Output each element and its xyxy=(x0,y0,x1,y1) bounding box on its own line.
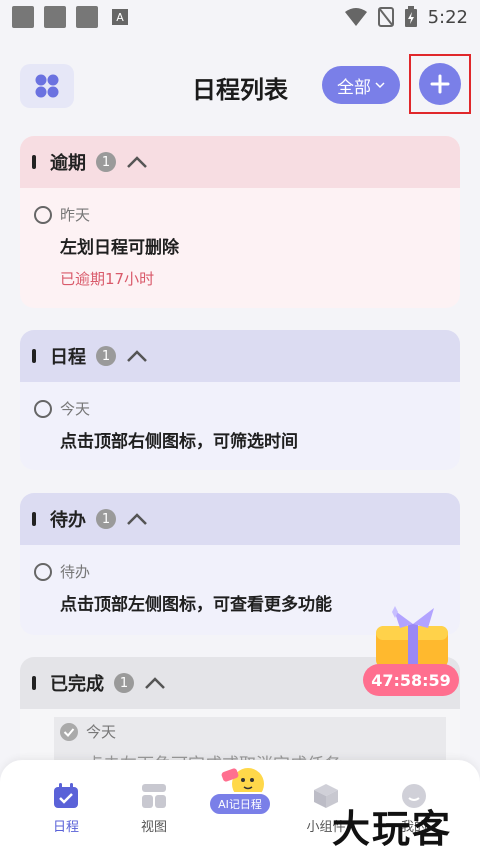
battery-icon xyxy=(404,6,417,27)
nav-schedule[interactable]: 日程 xyxy=(26,782,106,835)
view-grid-icon xyxy=(142,784,166,808)
overdue-header[interactable]: 逾期 1 xyxy=(20,136,460,188)
wifi-icon xyxy=(344,8,367,26)
add-highlight xyxy=(409,54,471,114)
section-marker xyxy=(32,512,36,526)
count-badge: 1 xyxy=(114,673,134,693)
list-item[interactable]: 今天 点击顶部右侧图标，可筛选时间 xyxy=(20,382,460,452)
countdown-timer[interactable]: 47:58:59 xyxy=(363,664,459,696)
section-title: 已完成 xyxy=(50,674,104,695)
header: 日程列表 全部 xyxy=(0,54,480,114)
chevron-up-icon[interactable] xyxy=(126,349,148,363)
count-badge: 1 xyxy=(96,152,116,172)
chevron-up-icon[interactable] xyxy=(126,155,148,169)
item-title: 左划日程可删除 xyxy=(60,238,179,258)
notification-icon xyxy=(76,6,98,28)
item-day: 待办 xyxy=(60,563,91,581)
section-marker xyxy=(32,349,36,363)
chevron-up-icon[interactable] xyxy=(144,676,166,690)
status-bar: A 5:22 xyxy=(0,0,480,34)
checked-icon[interactable] xyxy=(60,722,78,741)
section-marker xyxy=(32,676,36,690)
section-title: 逾期 xyxy=(50,153,86,174)
checkbox[interactable] xyxy=(34,399,52,418)
schedule-header[interactable]: 日程 1 xyxy=(20,330,460,382)
nav-label: 日程 xyxy=(52,820,79,835)
chevron-up-icon[interactable] xyxy=(126,512,148,526)
schedule-card: 日程 1 今天 点击顶部右侧图标，可筛选时间 xyxy=(20,330,460,470)
list-item[interactable]: 昨天 左划日程可删除 已逾期17小时 xyxy=(20,188,460,289)
section-marker xyxy=(32,155,36,169)
notification-a-icon: A xyxy=(112,9,128,25)
page-title: 日程列表 xyxy=(192,76,288,104)
todo-header[interactable]: 待办 1 xyxy=(20,493,460,545)
count-badge: 1 xyxy=(96,346,116,366)
section-title: 日程 xyxy=(50,347,86,368)
item-day: 昨天 xyxy=(60,206,91,224)
item-day: 今天 xyxy=(60,400,91,418)
plus-icon xyxy=(430,74,450,94)
overdue-card: 逾期 1 昨天 左划日程可删除 已逾期17小时 xyxy=(20,136,460,308)
overdue-note: 已逾期17小时 xyxy=(60,270,155,288)
add-button[interactable] xyxy=(419,63,461,105)
filter-button[interactable]: 全部 xyxy=(322,66,400,104)
no-sim-icon xyxy=(377,7,394,27)
item-day: 今天 xyxy=(86,723,117,741)
notification-icon xyxy=(12,6,34,28)
section-title: 待办 xyxy=(50,510,86,531)
count-badge: 1 xyxy=(96,509,116,529)
filter-label: 全部 xyxy=(337,77,371,98)
chevron-down-icon xyxy=(375,82,385,89)
clock: 5:22 xyxy=(427,6,468,28)
checkbox[interactable] xyxy=(34,562,52,581)
ai-schedule-button[interactable]: AI记日程 xyxy=(208,792,272,816)
nav-label: 视图 xyxy=(140,820,167,835)
calendar-check-icon xyxy=(54,783,78,808)
checkbox[interactable] xyxy=(34,205,52,224)
watermark-text: 大玩客 xyxy=(332,806,453,851)
notification-icon xyxy=(44,6,66,28)
nav-view[interactable]: 视图 xyxy=(114,782,194,835)
item-title: 点击顶部右侧图标，可筛选时间 xyxy=(60,432,298,452)
